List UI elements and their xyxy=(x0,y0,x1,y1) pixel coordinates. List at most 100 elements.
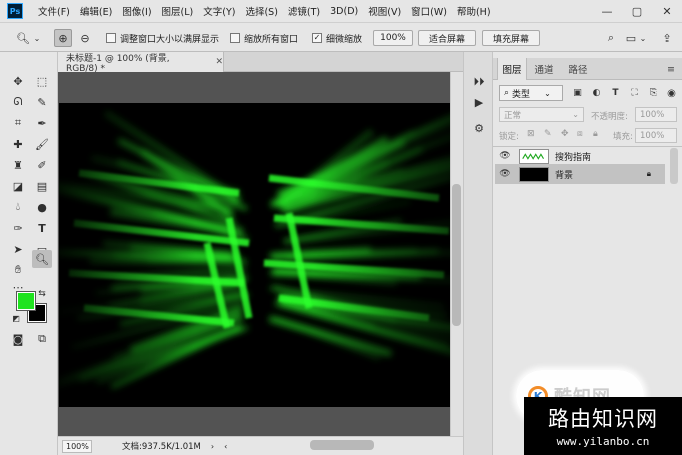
menu-window[interactable]: 窗口(W) xyxy=(406,4,452,18)
visibility-eye-icon[interactable]: 👁︎ xyxy=(495,169,515,179)
lock-artboard-icon[interactable]: ⧈ xyxy=(577,129,583,139)
horizontal-scroll-thumb[interactable] xyxy=(310,440,374,450)
tab-paths[interactable]: 路径 xyxy=(563,58,593,80)
panel-menu-icon[interactable]: ≡ xyxy=(663,58,679,80)
opacity-field[interactable]: 100% xyxy=(635,107,677,122)
dodge-tool-icon[interactable]: ● xyxy=(32,198,52,216)
lock-transparent-icon[interactable]: ⊠ xyxy=(527,129,535,139)
maximize-icon[interactable]: ▢ xyxy=(622,0,652,22)
hand-tool-icon[interactable]: ✋︎ xyxy=(8,261,28,279)
brush-tool-icon[interactable]: 🖌︎ xyxy=(32,135,52,153)
healing-brush-icon[interactable]: ✚ xyxy=(8,135,28,153)
zoom-all-checkbox[interactable] xyxy=(230,33,240,43)
marquee-tool-icon[interactable]: ⬚ xyxy=(32,72,52,90)
gradient-tool-icon[interactable]: ▤ xyxy=(32,177,52,195)
clone-stamp-icon[interactable]: ♜ xyxy=(8,156,28,174)
scroll-left-icon[interactable]: ‹ xyxy=(224,442,227,451)
menu-edit[interactable]: 编辑(E) xyxy=(75,4,117,18)
layer-row-background[interactable]: 👁︎ 背景 🔒︎ xyxy=(495,164,665,184)
document-tabs: 未标题-1 @ 100% (背景, RGB/8) * ✕ xyxy=(58,52,463,74)
crop-tool-icon[interactable]: ⌗ xyxy=(8,114,28,132)
status-menu-chevron-icon[interactable]: › xyxy=(211,442,214,451)
layers-panel-tabs: 图层 通道 路径 ≡ xyxy=(493,58,682,80)
filter-kind-value: 类型 xyxy=(512,89,531,100)
zoom-out-icon[interactable]: ⊖ xyxy=(76,29,94,47)
layer-filter-row: ⌕ 类型 ⌄ ▣ ◐ T ⛶ ⎘ ◉ xyxy=(493,82,682,104)
menu-view[interactable]: 视图(V) xyxy=(363,4,406,18)
menu-3d[interactable]: 3D(D) xyxy=(325,6,363,17)
lock-position-icon[interactable]: ✥ xyxy=(561,129,569,139)
vertical-scroll-thumb[interactable] xyxy=(452,184,461,326)
green-zoom-blur-artwork xyxy=(59,103,450,407)
menu-help[interactable]: 帮助(H) xyxy=(452,4,496,18)
properties-panel-icon[interactable]: ⚙ xyxy=(471,120,487,136)
default-colors-icon[interactable]: ◩ xyxy=(10,312,22,324)
filter-smart-object-icon[interactable]: ⎘ xyxy=(647,86,660,100)
zoom-tool-icon[interactable]: 🔍︎ xyxy=(32,250,52,268)
menu-filter[interactable]: 滤镜(T) xyxy=(283,4,325,18)
layers-scroll-thumb[interactable] xyxy=(670,148,678,184)
site-watermark-url: www.yilanbo.cn xyxy=(556,435,650,448)
filter-shape-icon[interactable]: ⛶ xyxy=(628,86,641,100)
close-tab-icon[interactable]: ✕ xyxy=(215,57,223,67)
zoom-level-field[interactable]: 100% xyxy=(62,439,92,453)
screen-mode-icon[interactable]: ⧉ xyxy=(32,330,52,348)
document-tab[interactable]: 未标题-1 @ 100% (背景, RGB/8) * ✕ xyxy=(58,52,224,74)
chevron-down-icon: ⌄ xyxy=(544,88,551,98)
zoom-tool-preset-icon[interactable]: 🔍︎ xyxy=(14,29,32,47)
zoom-all-label: 缩放所有窗口 xyxy=(244,34,299,45)
path-select-tool-icon[interactable]: ➤ xyxy=(8,240,28,258)
search-icon[interactable]: ⌕ xyxy=(602,29,620,47)
quick-select-tool-icon[interactable]: ✎ xyxy=(32,93,52,111)
filter-toggle-icon[interactable]: ◉ xyxy=(665,86,678,100)
menu-select[interactable]: 选择(S) xyxy=(240,4,282,18)
fit-screen-button[interactable]: 适合屏幕 xyxy=(418,30,476,46)
filter-type-icon[interactable]: T xyxy=(609,86,622,100)
close-icon[interactable]: ✕ xyxy=(652,0,682,22)
eyedropper-tool-icon[interactable]: ✒ xyxy=(32,114,52,132)
scrubby-zoom-checkbox[interactable]: ✓ xyxy=(312,33,322,43)
tab-layers[interactable]: 图层 xyxy=(497,58,527,80)
menu-type[interactable]: 文字(Y) xyxy=(198,4,240,18)
visibility-eye-icon[interactable]: 👁︎ xyxy=(495,151,515,161)
lasso-tool-icon[interactable]: ᘏ xyxy=(8,93,28,111)
document-tab-title: 未标题-1 @ 100% (背景, RGB/8) * xyxy=(66,53,170,74)
resize-windows-checkbox[interactable] xyxy=(106,33,116,43)
eraser-tool-icon[interactable]: ◪ xyxy=(8,177,28,195)
document-info: 文档:937.5K/1.01M xyxy=(122,442,201,452)
move-tool-icon[interactable]: ✥ xyxy=(8,72,28,90)
minimize-icon[interactable]: — xyxy=(592,0,622,22)
layer-name: 背景 xyxy=(555,170,574,181)
layer-row-text[interactable]: 👁︎ 搜狗指南 xyxy=(495,146,665,166)
lock-image-icon[interactable]: ✎ xyxy=(544,129,552,139)
menu-file[interactable]: 文件(F) xyxy=(33,4,75,18)
canvas[interactable] xyxy=(59,103,450,407)
history-panel-icon[interactable]: ⏵⏵ xyxy=(471,74,487,90)
menu-image[interactable]: 图像(I) xyxy=(117,4,156,18)
blur-tool-icon[interactable]: 💧︎ xyxy=(8,198,28,216)
share-icon[interactable]: ⇪ xyxy=(658,29,676,47)
quick-mask-icon[interactable]: ◙ xyxy=(8,330,28,348)
filter-pixel-icon[interactable]: ▣ xyxy=(571,86,584,100)
type-tool-icon[interactable]: T xyxy=(32,219,52,237)
lock-icon: 🔒︎ xyxy=(646,169,651,178)
swap-colors-icon[interactable]: ⇆ xyxy=(36,288,48,300)
filter-adjustment-icon[interactable]: ◐ xyxy=(590,86,603,100)
foreground-color-swatch[interactable] xyxy=(16,291,36,311)
fill-field[interactable]: 100% xyxy=(635,128,677,143)
actions-panel-icon[interactable]: ▶ xyxy=(471,94,487,110)
pen-tool-icon[interactable]: ✑ xyxy=(8,219,28,237)
zoom-100-button[interactable]: 100% xyxy=(373,30,413,46)
blend-mode-select[interactable]: 正常 ⌄ xyxy=(499,107,584,122)
fill-screen-button[interactable]: 填充屏幕 xyxy=(482,30,540,46)
layer-filter-kind-select[interactable]: ⌕ 类型 ⌄ xyxy=(499,85,563,101)
tab-channels[interactable]: 通道 xyxy=(529,58,559,80)
history-brush-icon[interactable]: ✐ xyxy=(32,156,52,174)
menu-layer[interactable]: 图层(L) xyxy=(157,4,199,18)
lock-row: 锁定: ⊠ ✎ ✥ ⧈ 🔒︎ 填充: 100% xyxy=(493,125,682,147)
zoom-in-icon[interactable]: ⊕ xyxy=(54,29,72,47)
workspace-chevron-icon[interactable]: ⌄ xyxy=(638,29,648,47)
menu-bar: Ps 文件(F) 编辑(E) 图像(I) 图层(L) 文字(Y) 选择(S) 滤… xyxy=(0,0,682,22)
lock-all-icon[interactable]: 🔒︎ xyxy=(593,129,598,139)
chevron-down-icon[interactable]: ⌄ xyxy=(32,29,42,47)
